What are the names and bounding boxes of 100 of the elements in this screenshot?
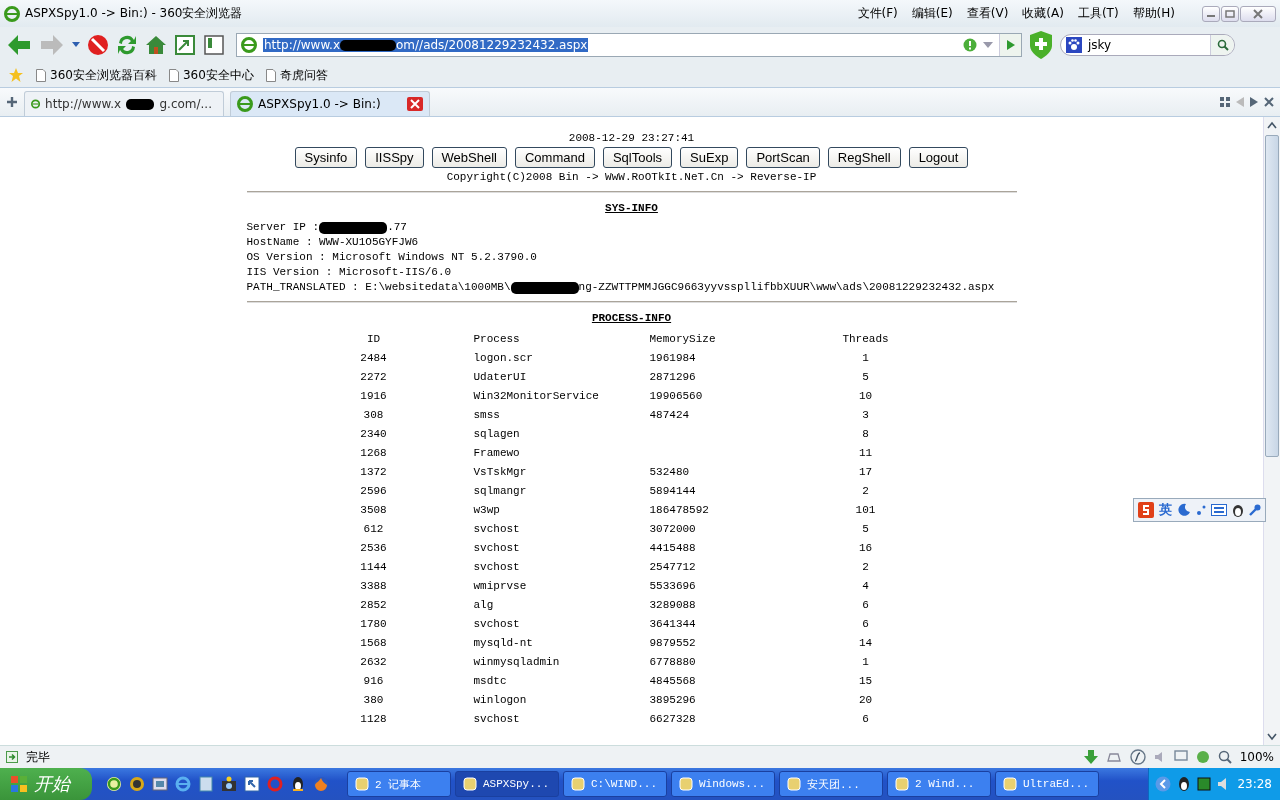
- browser-logo-icon: [237, 96, 253, 112]
- home-icon[interactable]: [145, 34, 167, 56]
- table-cell: 6627328: [649, 713, 696, 725]
- restore-page-icon[interactable]: [174, 34, 196, 56]
- punctuation-icon[interactable]: [1196, 503, 1206, 517]
- caret-icon[interactable]: [72, 42, 80, 48]
- table-cell: 1780: [360, 618, 387, 630]
- app-icon[interactable]: [244, 776, 260, 792]
- browser-tab[interactable]: ASPXSpy1.0 -> Bin:): [230, 91, 430, 116]
- taskbar-button[interactable]: Windows...: [671, 771, 775, 797]
- window-icon[interactable]: [152, 776, 168, 792]
- table-cell: 2852: [360, 599, 387, 611]
- document-icon[interactable]: [198, 776, 214, 792]
- section-heading: SYS-INFO: [605, 201, 658, 216]
- search-button[interactable]: [1210, 35, 1234, 55]
- star-icon[interactable]: [8, 67, 24, 83]
- url-text: om//ads/20081229232432.aspx: [396, 38, 588, 52]
- page-icon: [168, 68, 179, 82]
- chevron-icon[interactable]: [1155, 776, 1172, 792]
- address-field[interactable]: http://www.x om//ads/20081229232432.aspx: [236, 33, 1022, 57]
- browser-logo-icon: [4, 5, 20, 22]
- info-text: IIS Version : Microsoft-IIS/6.0: [246, 265, 452, 280]
- close-tab-icon[interactable]: [407, 97, 423, 111]
- dropdown-icon[interactable]: [983, 42, 993, 48]
- nav-button[interactable]: RegShell: [827, 147, 901, 168]
- menu-item[interactable]: 文件(F): [857, 5, 898, 22]
- table-cell: svchost: [473, 618, 520, 630]
- menu-item[interactable]: 编辑(E): [911, 5, 953, 22]
- flash-icon[interactable]: [1129, 749, 1146, 765]
- penguin-icon[interactable]: [290, 776, 306, 792]
- timestamp: 2008-12-29 23:27:41: [568, 131, 695, 146]
- url-text: http://www.x: [264, 38, 341, 52]
- taskbar-button[interactable]: ASPXSpy...: [455, 771, 559, 797]
- keyboard-icon[interactable]: [1211, 504, 1227, 516]
- nav-button[interactable]: IISSpy: [365, 147, 424, 168]
- download-icon[interactable]: [1083, 750, 1098, 764]
- go-button[interactable]: [999, 34, 1021, 56]
- wrench-icon[interactable]: [1249, 504, 1261, 516]
- sidebar-icon[interactable]: [203, 34, 225, 56]
- menu-item[interactable]: 工具(T): [1077, 5, 1119, 22]
- table-cell: 916: [363, 675, 384, 687]
- penguin-icon[interactable]: [1177, 776, 1192, 792]
- menu-item[interactable]: 查看(V): [966, 5, 1009, 22]
- nav-button[interactable]: SuExp: [680, 147, 739, 168]
- nav-button[interactable]: SqlTools: [602, 147, 673, 168]
- browser-logo-icon[interactable]: [106, 776, 122, 792]
- browser-icon[interactable]: [175, 776, 191, 792]
- minimize-button[interactable]: [1202, 5, 1220, 22]
- new-tab-icon[interactable]: [6, 96, 18, 108]
- scroll-up-icon[interactable]: [1267, 121, 1277, 129]
- refresh-icon[interactable]: [116, 34, 138, 56]
- nav-button[interactable]: WebShell: [431, 147, 507, 168]
- table-cell: mysqld-nt: [473, 637, 533, 649]
- scrollbar[interactable]: [1263, 117, 1280, 745]
- bookmark-link[interactable]: 奇虎问答: [265, 66, 328, 84]
- penguin-icon[interactable]: [1232, 503, 1244, 517]
- zoom-icon[interactable]: [1217, 750, 1232, 764]
- bookmark-link[interactable]: 360安全浏览器百科: [36, 66, 157, 84]
- nav-button[interactable]: PortScan: [746, 147, 820, 168]
- zoom-level[interactable]: 100%: [1239, 750, 1274, 764]
- moon-icon[interactable]: [1177, 503, 1191, 517]
- table-cell: 2536: [360, 542, 387, 554]
- table-cell: 2632: [360, 656, 387, 668]
- nav-button[interactable]: Logout: [908, 147, 969, 168]
- table-cell: 1144: [360, 561, 387, 573]
- taskbar-button[interactable]: 2 Wind...: [887, 771, 991, 797]
- nav-button[interactable]: Command: [514, 147, 595, 168]
- nav-button[interactable]: Sysinfo: [294, 147, 358, 168]
- table-cell: 308: [363, 409, 384, 421]
- close-button[interactable]: [1240, 5, 1276, 22]
- shield-icon[interactable]: [1029, 30, 1053, 60]
- table-cell: 4: [862, 580, 869, 592]
- bookmark-link[interactable]: 360安全中心: [168, 66, 254, 84]
- right-arrow-icon[interactable]: [1250, 97, 1258, 107]
- taskbar-button[interactable]: C:\WIND...: [563, 771, 667, 797]
- back-icon[interactable]: [6, 33, 32, 57]
- network-icon[interactable]: [1197, 777, 1212, 791]
- stop-icon[interactable]: [87, 34, 109, 56]
- table-cell: 1268: [360, 447, 387, 459]
- camera-icon[interactable]: [221, 776, 237, 792]
- search-icon: [1216, 39, 1229, 51]
- table-cell: svchost: [473, 523, 520, 535]
- menu-item[interactable]: 帮助(H): [1132, 5, 1175, 22]
- menu-item[interactable]: 收藏(A): [1022, 5, 1064, 22]
- close-icon[interactable]: [1264, 97, 1274, 107]
- info-text: .77: [387, 220, 407, 235]
- info-icon[interactable]: [963, 38, 977, 52]
- table-cell: VsTskMgr: [473, 466, 527, 478]
- maximize-button[interactable]: [1221, 5, 1239, 22]
- taskbar-button[interactable]: 安天团...: [779, 771, 883, 797]
- ime-logo-icon[interactable]: [1138, 502, 1154, 518]
- scroll-down-icon[interactable]: [1267, 733, 1277, 741]
- taskbar-button[interactable]: UltraEd...: [995, 771, 1099, 797]
- table-cell: 380: [363, 694, 384, 706]
- browser-tab[interactable]: http://www.x g.com/...: [24, 91, 224, 116]
- taskbar-button[interactable]: 2 记事本: [347, 771, 451, 797]
- input-mode-toggle[interactable]: 英: [1159, 501, 1172, 519]
- table-cell: 1961984: [649, 352, 696, 364]
- grid-icon[interactable]: [1220, 97, 1230, 107]
- search-field[interactable]: jsky: [1060, 34, 1235, 56]
